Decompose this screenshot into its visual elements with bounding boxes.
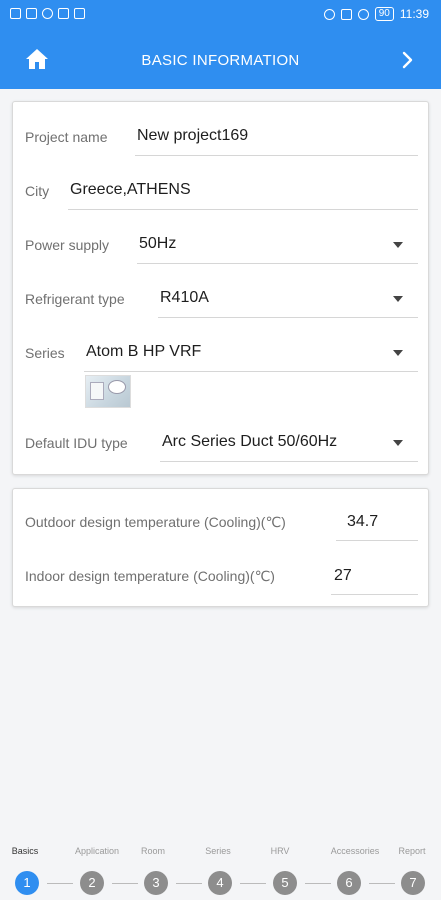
temperature-card: Outdoor design temperature (Cooling)(℃) … xyxy=(12,488,429,607)
basic-info-card: Project name New project169 City Greece,… xyxy=(12,101,429,475)
chevron-down-icon[interactable] xyxy=(393,242,403,248)
step-label-room[interactable]: Room xyxy=(123,846,183,856)
step-4-circle[interactable]: 4 xyxy=(208,871,232,895)
indoor-temp-label: Indoor design temperature (Cooling)(℃) xyxy=(25,568,275,584)
step-connector xyxy=(305,883,331,884)
outdoor-unit-image xyxy=(90,382,104,400)
outdoor-temp-input[interactable]: 34.7 xyxy=(347,513,378,531)
step-label-accessories[interactable]: Accessories xyxy=(325,846,385,856)
status-right: 90 11:39 xyxy=(323,7,429,21)
bluetooth-icon xyxy=(323,8,335,20)
idu-type-label: Default IDU type xyxy=(25,435,128,451)
data-saver-icon xyxy=(357,8,369,20)
vibrate-icon xyxy=(340,8,352,20)
step-6-circle[interactable]: 6 xyxy=(337,871,361,895)
header: BASIC INFORMATION xyxy=(0,30,441,89)
progress-stepper: Basics Application Room Series HRV Acces… xyxy=(0,838,441,900)
next-button[interactable] xyxy=(401,50,415,70)
step-connector xyxy=(240,883,266,884)
step-connector xyxy=(47,883,73,884)
power-supply-label: Power supply xyxy=(25,237,110,253)
project-name-label: Project name xyxy=(25,129,108,145)
step-3-circle[interactable]: 3 xyxy=(144,871,168,895)
city-field[interactable]: Greece,ATHENS xyxy=(70,181,191,199)
idu-type-select[interactable]: Arc Series Duct 50/60Hz xyxy=(162,433,337,451)
status-time: 11:39 xyxy=(399,7,429,21)
step-label-hrv[interactable]: HRV xyxy=(250,846,310,856)
project-name-input[interactable]: New project169 xyxy=(137,127,248,145)
power-supply-select[interactable]: 50Hz xyxy=(139,235,176,253)
notification-icon xyxy=(58,8,69,19)
signal-icon xyxy=(26,8,37,19)
series-underline xyxy=(84,371,418,372)
step-label-basics[interactable]: Basics xyxy=(0,846,55,856)
series-product-image xyxy=(85,375,131,408)
step-connector xyxy=(369,883,395,884)
series-label: Series xyxy=(25,345,65,361)
refrigerant-label: Refrigerant type xyxy=(25,291,125,307)
outdoor-temp-label: Outdoor design temperature (Cooling)(℃) xyxy=(25,514,286,530)
page-title: BASIC INFORMATION xyxy=(141,52,300,69)
series-select[interactable]: Atom B HP VRF xyxy=(86,343,201,361)
app-bar: 90 11:39 BASIC INFORMATION xyxy=(0,0,441,89)
app-notification-icon xyxy=(74,8,85,19)
step-label-series[interactable]: Series xyxy=(188,846,248,856)
step-1-circle[interactable]: 1 xyxy=(15,871,39,895)
refrigerant-underline xyxy=(158,317,418,318)
chevron-down-icon[interactable] xyxy=(393,350,403,356)
step-label-report[interactable]: Report xyxy=(382,846,441,856)
step-7-circle[interactable]: 7 xyxy=(401,871,425,895)
step-label-application[interactable]: Application xyxy=(67,846,127,856)
indoor-temp-underline xyxy=(331,594,418,595)
idu-type-underline xyxy=(160,461,418,462)
outdoor-temp-underline xyxy=(336,540,418,541)
step-connector xyxy=(176,883,202,884)
wifi-icon xyxy=(42,8,53,19)
chevron-right-icon xyxy=(402,51,413,69)
chevron-down-icon[interactable] xyxy=(393,296,403,302)
battery-level: 90 xyxy=(374,7,394,21)
project-name-underline xyxy=(135,155,418,156)
indoor-temp-input[interactable]: 27 xyxy=(334,567,352,585)
step-connector xyxy=(112,883,138,884)
status-left-icons xyxy=(10,8,85,19)
fan-image xyxy=(108,380,126,394)
step-2-circle[interactable]: 2 xyxy=(80,871,104,895)
sim-icon xyxy=(10,8,21,19)
power-supply-underline xyxy=(137,263,418,264)
status-bar: 90 11:39 xyxy=(0,0,441,30)
refrigerant-select[interactable]: R410A xyxy=(160,289,209,307)
chevron-down-icon[interactable] xyxy=(393,440,403,446)
step-5-circle[interactable]: 5 xyxy=(273,871,297,895)
city-label: City xyxy=(25,183,50,199)
city-underline xyxy=(68,209,418,210)
